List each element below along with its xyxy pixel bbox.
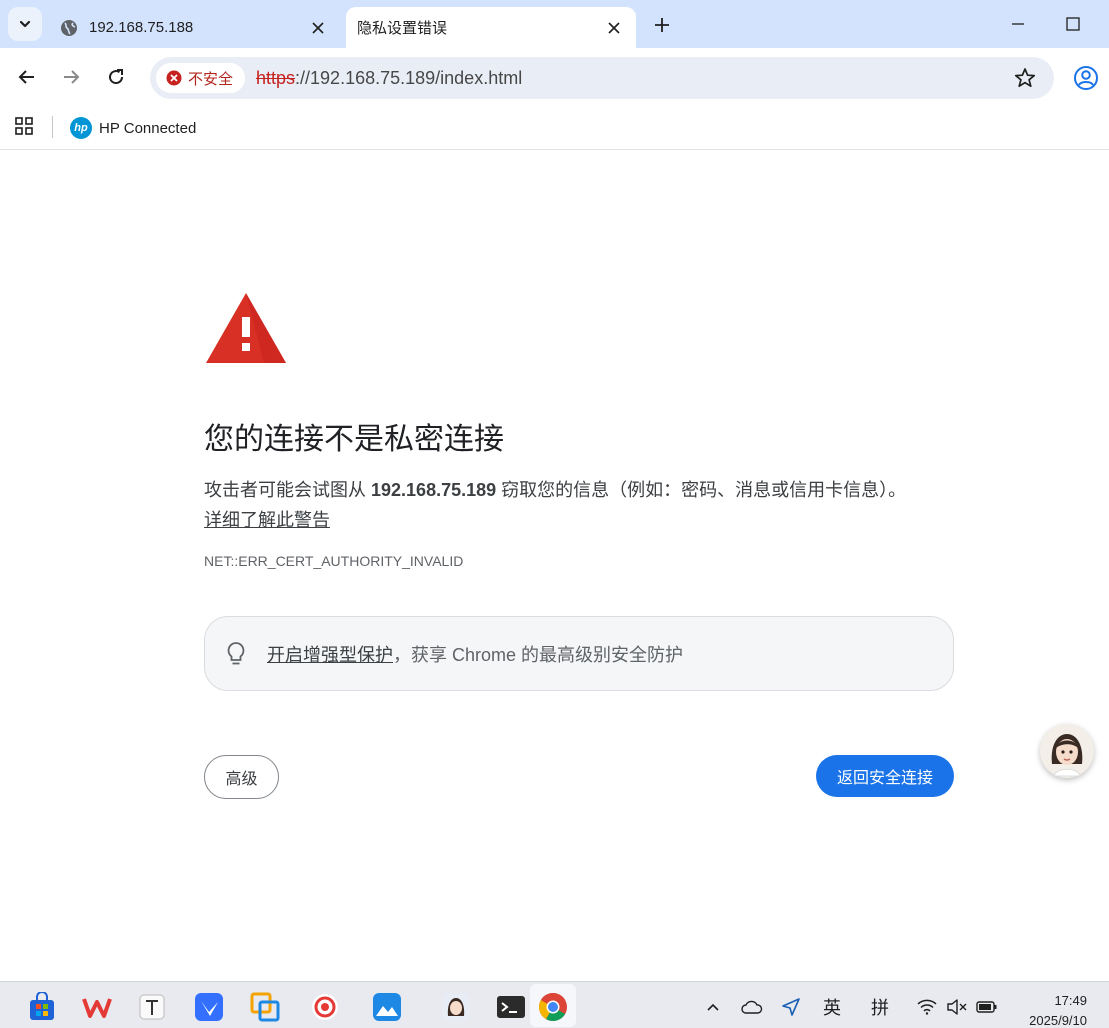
enhanced-protection-rest: ，获享 Chrome 的最高级别安全防护 <box>393 644 684 665</box>
back-button[interactable] <box>12 62 42 92</box>
new-tab-button[interactable] <box>648 11 676 39</box>
maximize-icon <box>1066 17 1080 31</box>
bookmarks-bar: hp HP Connected <box>0 106 1109 150</box>
chevron-up-icon <box>707 1003 719 1011</box>
chevron-down-icon <box>19 20 31 28</box>
plus-icon <box>655 18 669 32</box>
terminal-app-icon[interactable] <box>496 992 526 1022</box>
address-bar[interactable]: 不安全 https://192.168.75.189/index.html <box>150 57 1054 99</box>
chrome-app-icon[interactable] <box>538 992 568 1022</box>
warning-triangle-icon <box>206 293 286 363</box>
wifi-icon[interactable] <box>915 996 939 1018</box>
windows-taskbar: 英 拼 17:49 2025/9/10 <box>0 981 1109 1028</box>
explanation-host: 192.168.75.189 <box>371 480 497 500</box>
wps-app-icon[interactable] <box>82 992 112 1022</box>
tab-search-button[interactable] <box>8 7 42 41</box>
maximize-button[interactable] <box>1059 10 1087 38</box>
typora-app-icon[interactable] <box>137 992 167 1022</box>
tab-strip: 192.168.75.188 隐私设置错误 <box>0 0 1109 48</box>
clock-date: 2025/9/10 <box>1029 1013 1087 1028</box>
arrow-right-icon <box>64 70 80 84</box>
profile-avatar-icon[interactable] <box>1073 65 1099 91</box>
location-icon[interactable] <box>780 996 802 1018</box>
page-title: 您的连接不是私密连接 <box>204 423 504 456</box>
remote-app-icon[interactable] <box>250 992 280 1022</box>
onedrive-icon[interactable] <box>740 996 764 1018</box>
forward-button[interactable] <box>56 62 86 92</box>
explanation-text-tail: 窃取您的信息（例如：密码、消息或信用卡信息）。 <box>496 480 907 500</box>
url-host-path: ://192.168.75.189/index.html <box>295 68 523 88</box>
learn-more-link[interactable]: 详细了解此警告 <box>204 510 330 530</box>
snail-app-icon[interactable] <box>310 992 340 1022</box>
tab-192-168-75-188[interactable]: 192.168.75.188 <box>50 7 340 48</box>
error-code: NET::ERR_CERT_AUTHORITY_INVALID <box>204 553 464 569</box>
explanation-text: 攻击者可能会试图从 <box>204 480 372 500</box>
apps-grid-icon[interactable] <box>14 116 34 136</box>
system-clock[interactable]: 17:49 2025/9/10 <box>1029 991 1087 1028</box>
clock-time: 17:49 <box>1054 993 1087 1008</box>
assistant-avatar-widget[interactable] <box>1040 724 1094 778</box>
security-chip[interactable]: 不安全 <box>156 63 246 93</box>
close-tab-icon[interactable] <box>602 16 626 40</box>
assistant-avatar-icon <box>1051 734 1083 777</box>
tab-title: 192.168.75.188 <box>89 19 194 36</box>
hp-logo-icon: hp <box>70 117 92 139</box>
battery-charging-icon[interactable] <box>975 996 999 1018</box>
reload-button[interactable] <box>101 62 131 92</box>
enhanced-protection-text: 开启增强型保护，获享 Chrome 的最高级别安全防护 <box>267 641 683 667</box>
browser-toolbar: 不安全 https://192.168.75.189/index.html <box>0 48 1109 106</box>
feishu-app-icon[interactable] <box>194 992 224 1022</box>
warning-explanation: 攻击者可能会试图从 192.168.75.189 窃取您的信息（例如：密码、消息… <box>204 475 964 535</box>
bookmarks-separator <box>52 116 53 138</box>
store-app-icon[interactable] <box>27 992 57 1022</box>
arrow-left-icon <box>18 70 34 84</box>
bookmark-star-icon[interactable] <box>1014 67 1036 89</box>
minimize-icon <box>1012 23 1024 25</box>
reload-icon <box>109 69 124 85</box>
security-chip-label: 不安全 <box>188 70 234 88</box>
enhanced-protection-link[interactable]: 开启增强型保护 <box>267 645 393 665</box>
tray-overflow-button[interactable] <box>703 996 723 1018</box>
lightbulb-icon <box>227 641 245 664</box>
advanced-button[interactable]: 高级 <box>204 755 279 799</box>
bookmark-hp-connected[interactable]: hp HP Connected <box>70 114 196 142</box>
ime-mode-indicator[interactable]: 拼 <box>868 996 892 1018</box>
url-text[interactable]: https://192.168.75.189/index.html <box>256 68 522 89</box>
volume-muted-icon[interactable] <box>945 996 969 1018</box>
minimize-button[interactable] <box>1004 10 1032 38</box>
tab-privacy-error[interactable]: 隐私设置错误 <box>346 7 636 48</box>
tab-title: 隐私设置错误 <box>357 20 448 37</box>
photos-app-icon[interactable] <box>372 992 402 1022</box>
avatar-app-icon[interactable] <box>441 992 471 1022</box>
not-secure-icon <box>166 70 182 86</box>
close-tab-icon[interactable] <box>306 16 330 40</box>
enhanced-protection-banner: 开启增强型保护，获享 Chrome 的最高级别安全防护 <box>204 616 954 691</box>
url-scheme: https <box>256 68 296 88</box>
globe-icon <box>60 19 78 37</box>
input-language-indicator[interactable]: 英 <box>820 996 844 1018</box>
bookmark-label: HP Connected <box>99 119 197 137</box>
back-to-safety-button[interactable]: 返回安全连接 <box>816 755 954 797</box>
